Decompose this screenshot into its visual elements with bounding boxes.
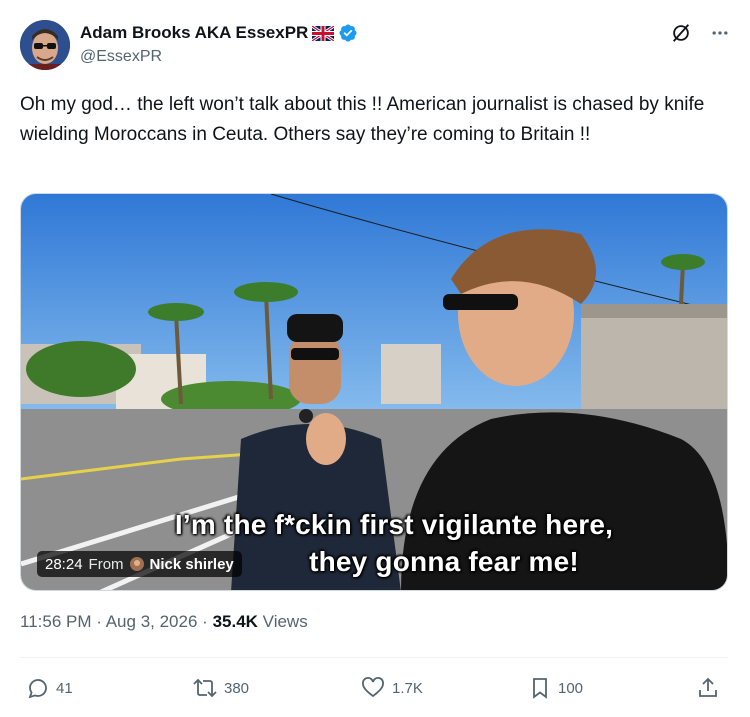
video-duration: 28:24 [45, 555, 83, 573]
repost-button[interactable]: 380 [192, 672, 249, 704]
grok-icon[interactable] [670, 22, 692, 44]
uk-flag-icon [312, 25, 335, 41]
like-count: 1.7K [392, 679, 423, 697]
heart-icon [360, 676, 386, 700]
meta-separator: · [202, 612, 208, 631]
bookmark-button[interactable]: 100 [528, 672, 583, 704]
video-player[interactable]: I’m the f*ckin first vigilante here, the… [20, 193, 728, 591]
share-icon [696, 676, 720, 700]
reply-icon [26, 676, 50, 700]
repost-icon [192, 676, 218, 700]
video-source-name[interactable]: Nick shirley [150, 556, 234, 573]
reply-button[interactable]: 41 [26, 672, 73, 704]
like-button[interactable]: 1.7K [360, 672, 423, 704]
views-count: 35.4K [212, 612, 258, 631]
reply-count: 41 [56, 679, 73, 697]
bookmark-icon [528, 676, 552, 700]
bookmark-count: 100 [558, 679, 584, 697]
avatar[interactable] [20, 20, 70, 70]
tweet-meta: 11:56 PM · Aug 3, 2026 · 35.4K Views [20, 612, 308, 632]
more-dots-icon[interactable] [710, 23, 730, 43]
repost-count: 380 [224, 679, 250, 697]
tweet-time[interactable]: 11:56 PM [20, 612, 92, 631]
meta-separator: · [96, 612, 102, 631]
author-handle[interactable]: @EssexPR [80, 48, 358, 66]
tweet-header: Adam Brooks AKA EssexPR @EssexPR [20, 18, 730, 72]
divider [20, 657, 728, 658]
source-avatar-icon [129, 557, 144, 571]
share-button[interactable] [696, 672, 720, 704]
views-label: Views [262, 612, 308, 631]
video-caption-line-1: I’m the f*ckin first vigilante here, [174, 509, 614, 540]
from-label: From [88, 555, 124, 573]
tweet-text: Oh my god… the left won’t talk about thi… [20, 94, 705, 145]
video-source-pill[interactable]: 28:24 From Nick shirley [37, 551, 242, 577]
author-display-name[interactable]: Adam Brooks AKA EssexPR [80, 23, 308, 43]
action-bar: 41 380 1.7K 100 [20, 672, 728, 704]
tweet-date[interactable]: Aug 3, 2026 [106, 612, 198, 631]
verified-badge-icon[interactable] [338, 23, 358, 43]
